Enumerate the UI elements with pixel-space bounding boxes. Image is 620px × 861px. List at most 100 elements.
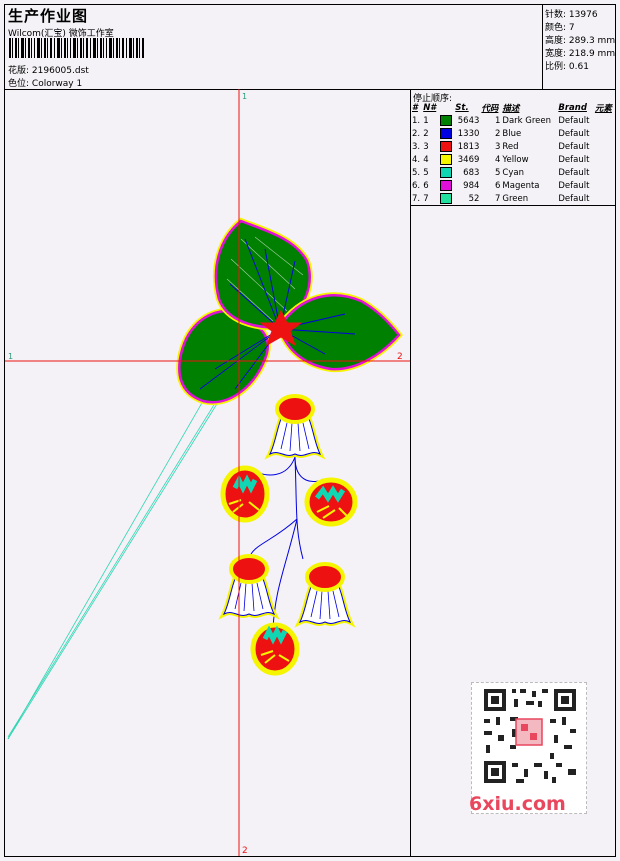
stitch-count: 针数: 13976 <box>545 10 598 20</box>
row-needle: 1 <box>423 115 429 126</box>
row-index: 5. <box>412 167 421 178</box>
col-stitches: St. <box>455 103 469 113</box>
colorway-line: 色位: Colorway 1 <box>8 76 82 89</box>
row-code: 6 <box>494 180 501 191</box>
watermark-text: 6xiu.com <box>469 793 566 815</box>
row-code: 4 <box>494 154 501 165</box>
row-element <box>594 179 615 192</box>
berry <box>304 477 358 527</box>
guide-label-top: 1 <box>242 92 247 101</box>
row-swatch <box>439 140 454 153</box>
guide-label-left: 1 <box>8 352 13 361</box>
row-index: 7. <box>412 193 421 204</box>
color-swatch <box>439 193 452 204</box>
row-element <box>594 192 615 206</box>
production-sheet: 生产作业图 Wilcom(汇宝) 微饰工作室 花版: 2196005.dst 色… <box>4 4 616 857</box>
color-swatch <box>439 141 452 152</box>
row-index: 3. <box>412 141 421 152</box>
guide-label-right: 2 <box>397 352 403 362</box>
row-element <box>594 114 615 127</box>
row-needle: 6 <box>423 180 429 191</box>
sheet-header: 生产作业图 Wilcom(汇宝) 微饰工作室 花版: 2196005.dst 色… <box>5 5 615 90</box>
col-swatch <box>439 102 454 114</box>
row-brand: Default <box>558 141 590 152</box>
barcode-icon <box>9 38 144 58</box>
col-element: 元素 <box>594 104 612 114</box>
col-needle: N# <box>423 103 437 113</box>
row-element <box>594 140 615 153</box>
col-code: 代码 <box>481 104 499 114</box>
col-brand: Brand <box>558 103 587 113</box>
row-needle: 7 <box>423 193 429 204</box>
sheet-title: 生产作业图 <box>8 7 89 25</box>
row-brand: Default <box>558 193 590 204</box>
row-stitches: 52 <box>468 193 480 204</box>
row-desc: Magenta <box>502 180 540 191</box>
design-width: 宽度: 218.9 mm <box>545 49 616 59</box>
row-needle: 4 <box>423 154 429 165</box>
row-stitches: 984 <box>463 180 480 191</box>
row-index: 1. <box>412 115 421 126</box>
row-element <box>594 166 615 179</box>
color-swatch <box>439 154 452 165</box>
color-swatch <box>439 115 452 126</box>
row-stitches: 5643 <box>457 115 480 126</box>
row-brand: Default <box>558 154 590 165</box>
table-header-row: # N# St. 代码 描述 Brand 元素 <box>411 102 615 114</box>
row-code: 5 <box>494 167 501 178</box>
row-code: 2 <box>494 128 501 139</box>
colorway-value: Colorway 1 <box>31 79 83 89</box>
row-code: 1 <box>494 115 501 126</box>
design-height: 高度: 289.3 mm <box>545 36 616 46</box>
row-element <box>594 127 615 140</box>
row-index: 2. <box>412 128 421 139</box>
row-needle: 5 <box>423 167 429 178</box>
design-file: 2196005.dst <box>31 66 89 76</box>
row-swatch <box>439 127 454 140</box>
design-scale: 比例: 0.61 <box>545 62 589 72</box>
design-stats: 针数: 13976 颜色: 7 高度: 289.3 mm 宽度: 218.9 m… <box>542 5 616 89</box>
row-swatch <box>439 179 454 192</box>
table-row: 7. 7 52 7 Green Default <box>411 192 615 206</box>
row-element <box>594 153 615 166</box>
row-brand: Default <box>558 128 590 139</box>
embroidery-preview: 1 2 1 2 <box>5 89 410 856</box>
row-index: 4. <box>412 154 421 165</box>
colorway-label: 色位: <box>8 79 30 89</box>
table-row: 3. 3 1813 3 Red Default <box>411 140 615 153</box>
table-row: 2. 2 1330 2 Blue Default <box>411 127 615 140</box>
row-desc: Dark Green <box>502 115 552 126</box>
row-code: 7 <box>494 193 501 204</box>
row-brand: Default <box>558 167 590 178</box>
table-row: 6. 6 984 6 Magenta Default <box>411 179 615 192</box>
col-desc: 描述 <box>502 104 520 114</box>
row-stitches: 683 <box>463 167 480 178</box>
row-brand: Default <box>558 115 590 126</box>
row-desc: Green <box>502 193 529 204</box>
design-label: 花版: <box>8 66 30 76</box>
row-swatch <box>439 166 454 179</box>
row-needle: 3 <box>423 141 429 152</box>
table-row: 5. 5 683 5 Cyan Default <box>411 166 615 179</box>
bell-flower <box>294 562 356 628</box>
color-swatch <box>439 180 452 191</box>
color-swatch <box>439 128 452 139</box>
row-swatch <box>439 153 454 166</box>
row-index: 6. <box>412 180 421 191</box>
row-desc: Red <box>502 141 519 152</box>
row-stitches: 3469 <box>457 154 480 165</box>
row-stitches: 1330 <box>457 128 480 139</box>
color-swatch <box>439 167 452 178</box>
row-brand: Default <box>558 180 590 191</box>
row-desc: Yellow <box>502 154 529 165</box>
row-desc: Cyan <box>502 167 524 178</box>
bell-flower <box>218 554 280 620</box>
row-needle: 2 <box>423 128 429 139</box>
leaf-group <box>176 217 403 406</box>
stop-sequence-panel: 停止顺序: # N# St. 代码 描述 Brand 元素 1. 1 5643 1 Da… <box>411 89 615 856</box>
row-desc: Blue <box>502 128 522 139</box>
color-count: 颜色: 7 <box>545 23 575 33</box>
row-stitches: 1813 <box>457 141 480 152</box>
berry <box>220 465 270 523</box>
berry <box>250 622 300 676</box>
